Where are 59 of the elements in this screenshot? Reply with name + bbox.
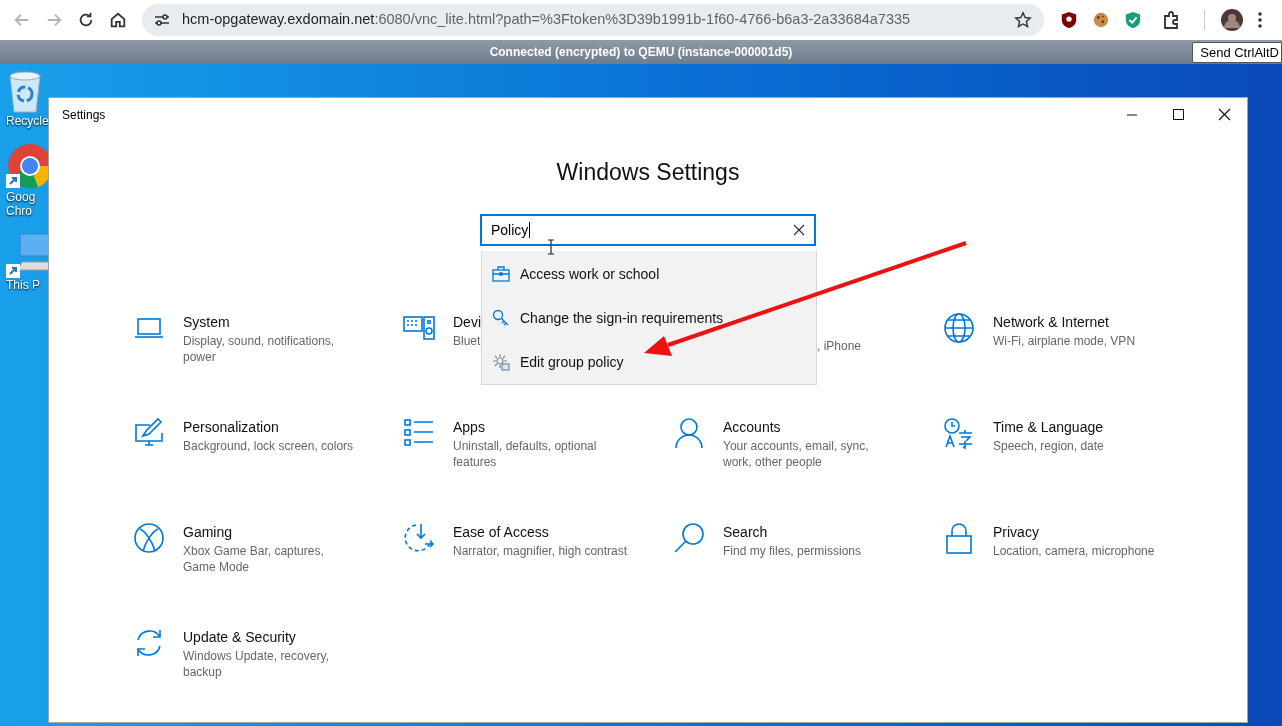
tile-title[interactable]: Devi xyxy=(453,312,481,331)
tile-title[interactable]: System xyxy=(183,312,230,331)
tile-description: Speech, region, date xyxy=(993,437,1105,454)
list-icon xyxy=(403,416,435,449)
tile-title[interactable]: Apps xyxy=(453,417,485,436)
tile-title[interactable]: Accounts xyxy=(723,417,781,436)
tile-description: Your accounts, email, sync, work, other people xyxy=(723,437,870,470)
suggestion-item[interactable]: Access work or school xyxy=(482,252,816,296)
language-clock-icon xyxy=(943,416,975,449)
reload-icon[interactable] xyxy=(77,11,95,29)
suggestion-item[interactable]: Edit group policy xyxy=(482,340,816,384)
shield-check-icon[interactable] xyxy=(1124,11,1142,29)
globe-icon xyxy=(943,311,975,344)
address-bar[interactable]: hcm-opgateway.exdomain.net:6080/vnc_lite.html?path=%3Ftoken%3D39b1991b-1f60-4766-b6a3-2a33684a7335 xyxy=(142,4,1044,36)
padlock-icon xyxy=(943,521,975,554)
gear-icon xyxy=(492,353,510,371)
ease-of-access-icon xyxy=(403,521,435,554)
tile-description: Bluet xyxy=(453,332,482,349)
home-icon[interactable] xyxy=(109,11,127,29)
tile-description: Windows Update, recovery, backup xyxy=(183,647,330,680)
search-field[interactable]: Policy xyxy=(480,213,816,246)
profile-avatar[interactable] xyxy=(1221,9,1243,31)
tile-description: Uninstall, defaults, optional features xyxy=(453,437,598,470)
tile-title[interactable]: Update & Security xyxy=(183,627,296,646)
cookie-extension-icon[interactable] xyxy=(1092,11,1110,29)
recycle-bin-icon xyxy=(6,70,44,114)
tile-description: Background, lock screen, colors xyxy=(183,437,355,454)
shield-extension-icon[interactable] xyxy=(1060,11,1078,29)
menu-icon[interactable] xyxy=(1257,11,1263,29)
search-icon xyxy=(673,521,705,554)
tile-title[interactable]: Time & Language xyxy=(993,417,1103,436)
tile-description: Location, camera, microphone xyxy=(993,542,1156,559)
tile-description: Find my files, permissions xyxy=(723,542,863,559)
tile-description: Wi-Fi, airplane mode, VPN xyxy=(993,332,1137,349)
window-title: Settings xyxy=(62,107,107,124)
tile-description: , iPhone xyxy=(817,338,862,353)
tile-title[interactable]: Search xyxy=(723,522,768,541)
tile-title[interactable]: Ease of Access xyxy=(453,522,549,541)
tile-description: Narrator, magnifier, high contrast xyxy=(453,542,628,559)
bookmark-star-icon[interactable] xyxy=(1014,11,1032,29)
xbox-icon xyxy=(133,521,165,554)
page-heading: Windows Settings xyxy=(555,158,741,187)
briefcase-icon xyxy=(492,265,510,283)
tile-title[interactable]: Gaming xyxy=(183,522,233,541)
clear-icon[interactable] xyxy=(793,223,805,236)
tile-title[interactable]: Network & Internet xyxy=(993,312,1109,331)
tile-description: Xbox Game Bar, captures, Game Mode xyxy=(183,542,325,575)
connection-status: Connected (encrypted) to QEMU (instance-000001d5) xyxy=(489,44,793,61)
tile-title[interactable]: Privacy xyxy=(993,522,1039,541)
text-cursor-icon xyxy=(547,239,555,255)
key-icon xyxy=(492,309,510,327)
send-ctrl-alt-del-button[interactable]: Send CtrlAltD xyxy=(1192,42,1282,63)
paintbrush-monitor-icon xyxy=(133,416,165,449)
site-settings-icon[interactable] xyxy=(154,12,170,28)
tile-description: Display, sound, notifications, power xyxy=(183,332,336,365)
tile-title[interactable]: Personalization xyxy=(183,417,279,436)
suggestion-item[interactable]: Change the sign-in requirements xyxy=(482,296,816,340)
person-icon xyxy=(673,416,705,449)
url-text: hcm-opgateway.exdomain.net:6080/vnc_lite.html?path=%3Ftoken%3D39b1991b-1f60-4766-b6a3-2a33684a7335 xyxy=(182,10,912,30)
